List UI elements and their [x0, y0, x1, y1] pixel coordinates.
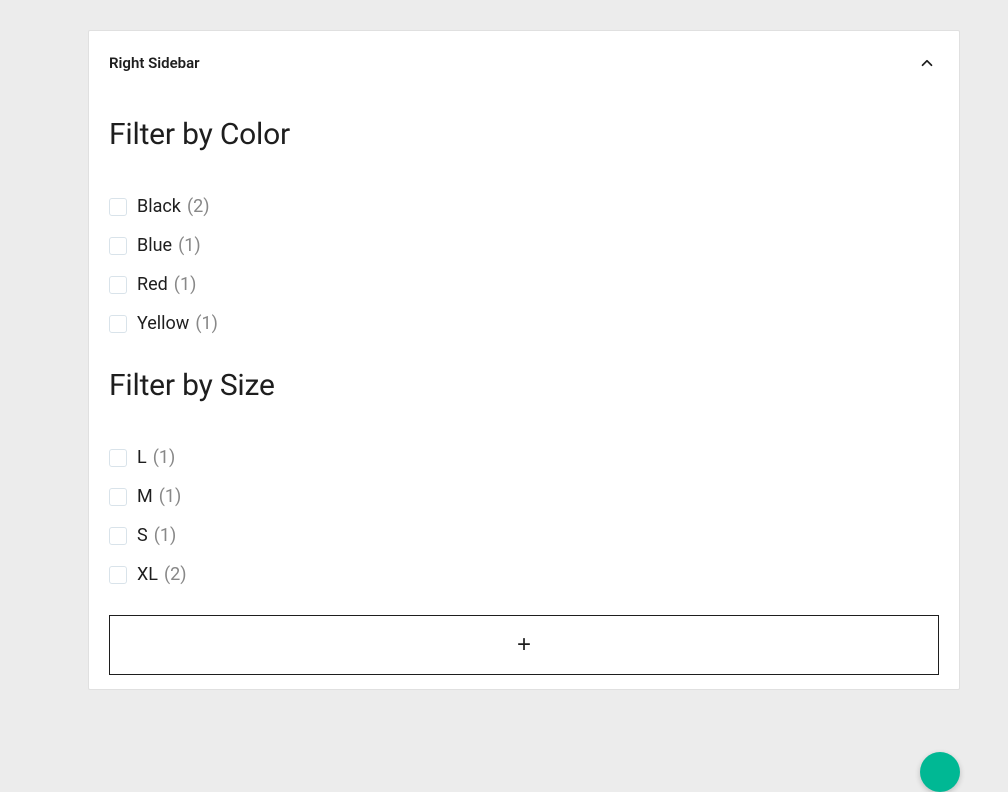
checkbox-icon[interactable] [109, 198, 127, 216]
filter-by-size-section: Filter by Size L (1) M (1) S (1) [109, 368, 939, 585]
plus-icon: + [517, 631, 531, 659]
filter-item-count: (1) [153, 447, 176, 468]
filter-item-count: (1) [159, 486, 182, 507]
sidebar-panel: Right Sidebar Filter by Color Black (2) … [88, 30, 960, 690]
filter-by-color-section: Filter by Color Black (2) Blue (1) Red (… [109, 117, 939, 334]
checkbox-icon[interactable] [109, 315, 127, 333]
filter-item-count: (2) [164, 564, 187, 585]
filter-size-list: L (1) M (1) S (1) XL (2) [109, 447, 939, 585]
checkbox-icon[interactable] [109, 276, 127, 294]
filter-item[interactable]: Blue (1) [109, 235, 939, 256]
filter-size-heading: Filter by Size [109, 368, 939, 403]
checkbox-icon[interactable] [109, 488, 127, 506]
filter-item[interactable]: L (1) [109, 447, 939, 468]
filter-item[interactable]: Yellow (1) [109, 313, 939, 334]
filter-item-label: XL [137, 564, 158, 585]
floating-action-button[interactable] [920, 752, 960, 792]
filter-item-count: (1) [154, 525, 177, 546]
filter-item[interactable]: S (1) [109, 525, 939, 546]
filter-item-label: Red [137, 274, 168, 295]
checkbox-icon[interactable] [109, 566, 127, 584]
filter-item-count: (2) [187, 196, 210, 217]
filter-item-label: Yellow [137, 313, 189, 334]
add-block-button[interactable]: + [109, 615, 939, 675]
filter-color-heading: Filter by Color [109, 117, 939, 152]
filter-item[interactable]: M (1) [109, 486, 939, 507]
filter-item-count: (1) [174, 274, 197, 295]
checkbox-icon[interactable] [109, 449, 127, 467]
panel-title: Right Sidebar [109, 54, 200, 72]
panel-body: Filter by Color Black (2) Blue (1) Red (… [89, 87, 959, 689]
checkbox-icon[interactable] [109, 237, 127, 255]
filter-item-label: M [137, 486, 153, 507]
filter-item[interactable]: Red (1) [109, 274, 939, 295]
filter-item-label: S [137, 525, 148, 546]
checkbox-icon[interactable] [109, 527, 127, 545]
filter-item-label: Black [137, 196, 181, 217]
chevron-up-icon[interactable] [915, 51, 939, 75]
filter-item[interactable]: XL (2) [109, 564, 939, 585]
panel-header[interactable]: Right Sidebar [89, 31, 959, 87]
filter-item-count: (1) [195, 313, 218, 334]
filter-item-label: L [137, 447, 147, 468]
filter-item-count: (1) [178, 235, 201, 256]
filter-color-list: Black (2) Blue (1) Red (1) Yellow (1) [109, 196, 939, 334]
filter-item[interactable]: Black (2) [109, 196, 939, 217]
filter-item-label: Blue [137, 235, 172, 256]
